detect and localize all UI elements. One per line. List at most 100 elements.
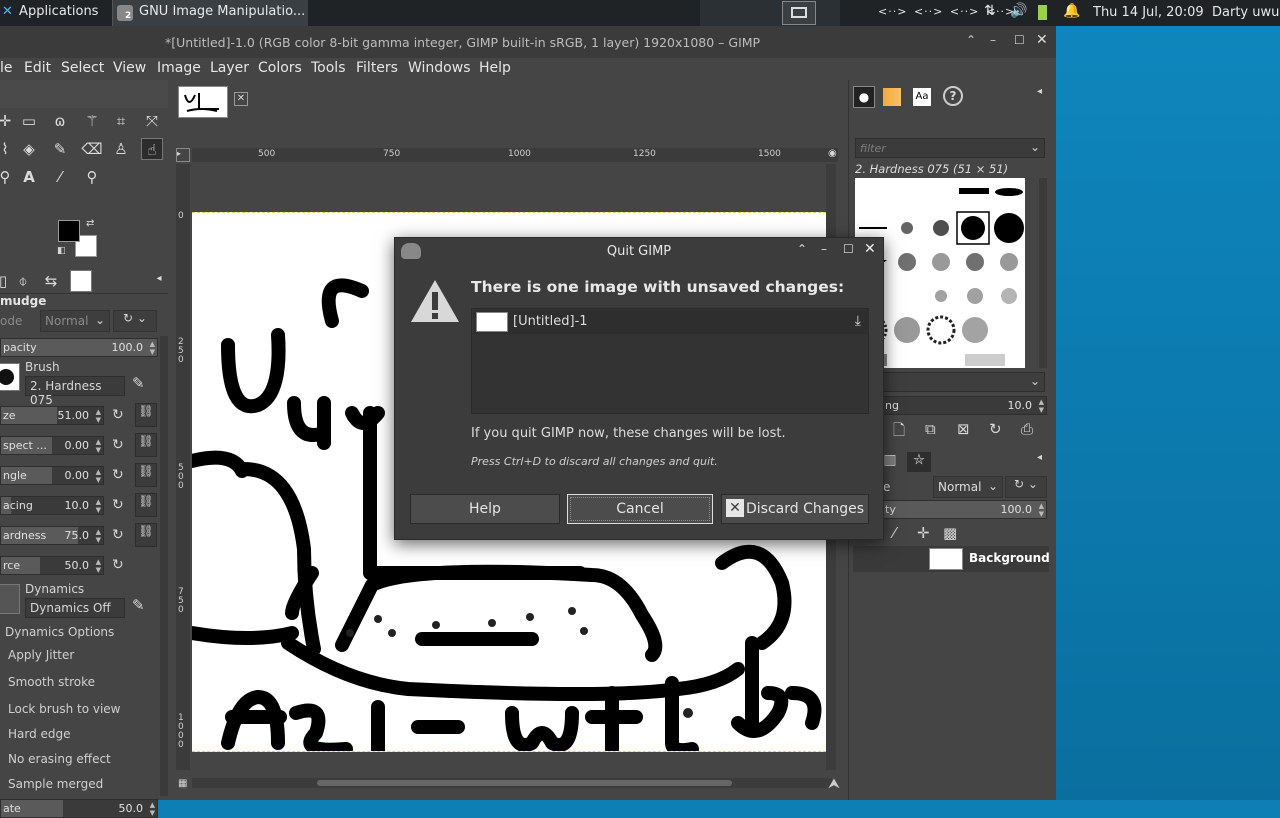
text-tool-icon[interactable]: A	[18, 166, 40, 188]
refresh-brushes-icon[interactable]: ↻	[989, 420, 1002, 438]
option-smooth-stroke[interactable]: Smooth stroke	[8, 675, 95, 689]
quick-mask-icon[interactable]: ▸	[176, 148, 190, 162]
default-colors-icon[interactable]: ◧	[57, 246, 66, 256]
chain-link-icon[interactable]: ⛓	[135, 433, 157, 457]
dynamics-options-expander[interactable]: Dynamics Options	[5, 625, 114, 639]
option-lock-brush[interactable]: Lock brush to view	[8, 702, 121, 716]
network-icon[interactable]: <··>	[914, 5, 943, 18]
transfer-icon[interactable]: ⇅	[984, 3, 996, 19]
crop-icon[interactable]: ⌗	[110, 110, 132, 132]
bucket-fill-icon[interactable]: ◈	[18, 138, 40, 160]
close-icon[interactable]: ✕	[1036, 32, 1048, 48]
hardness-slider[interactable]: ardness 75.0 ▲ ▼	[0, 526, 104, 545]
shade-icon[interactable]: ⌃	[966, 33, 976, 47]
maximize-icon[interactable]: ☐	[843, 242, 854, 256]
menu-windows[interactable]: Windows	[408, 60, 471, 76]
volume-icon[interactable]: 🔊	[1010, 3, 1027, 19]
new-brush-icon[interactable]: 🗋	[893, 420, 905, 445]
chain-link-icon[interactable]: ⛓	[135, 523, 157, 547]
zoom-image-icon[interactable]: ▦	[178, 778, 187, 789]
chain-link-icon[interactable]: ⛓	[135, 403, 157, 427]
title-bar[interactable]: *[Untitled]-1.0 (RGB color 8-bit gamma i…	[0, 26, 1056, 58]
configure-tab-icon[interactable]: ◂	[148, 268, 170, 290]
brush-name-field[interactable]: 2. Hardness 075	[25, 376, 125, 407]
menu-file[interactable]: le	[0, 60, 13, 76]
fonts-tab-icon[interactable]: Aa	[913, 88, 931, 106]
navigate-image-icon[interactable]: ⮝	[828, 776, 840, 792]
lock-alpha-icon[interactable]: ▩	[943, 524, 957, 542]
vertical-ruler[interactable]: 0 2 5 0 5 0 0 7 5 0 1 0 0 0	[176, 164, 190, 770]
brush-grid-scrollbar[interactable]	[1039, 178, 1047, 368]
chain-link-icon[interactable]: ⛓	[135, 463, 157, 487]
chain-link-icon[interactable]: ⛓	[135, 493, 157, 517]
maximize-icon[interactable]: ☐	[1014, 33, 1025, 47]
foreground-color-swatch[interactable]	[58, 220, 80, 242]
option-no-erasing[interactable]: No erasing effect	[8, 752, 111, 766]
horizontal-ruler[interactable]: 500 750 1000 1250 1500	[192, 148, 838, 162]
network-icon[interactable]: <··>	[878, 5, 907, 18]
layer-row[interactable]: Background	[853, 546, 1050, 572]
path-icon[interactable]: ⚲	[0, 166, 16, 188]
menu-view[interactable]: View	[113, 60, 146, 76]
force-slider[interactable]: rce 50.0 ▲ ▼	[0, 556, 104, 575]
open-brush-icon[interactable]: ⎙	[1021, 420, 1033, 438]
opacity-slider[interactable]: pacity 100.0 ▲ ▼	[0, 338, 158, 357]
taskbar-window-button[interactable]: 2 GNU Image Manipulatio...	[112, 0, 308, 26]
edit-dynamics-icon[interactable]: ✎	[132, 596, 145, 614]
brush-preview[interactable]	[0, 363, 20, 391]
gradient-tab-icon[interactable]	[883, 88, 901, 106]
lock-position-icon[interactable]: ✛	[917, 524, 930, 542]
clock[interactable]: Thu 14 Jul, 20:09	[1093, 5, 1204, 20]
fuzzy-select-icon[interactable]: ⚚	[81, 110, 103, 132]
close-tab-icon[interactable]: ✕	[234, 92, 248, 106]
zoom-icon[interactable]: ⚲	[81, 166, 103, 188]
rate-slider[interactable]: ate 50.0 ▲ ▼	[0, 799, 158, 818]
reset-icon[interactable]: ↻	[112, 467, 124, 483]
option-apply-jitter[interactable]: Apply Jitter	[8, 648, 74, 662]
duplicate-brush-icon[interactable]: ⧉	[925, 420, 936, 438]
option-sample-merged[interactable]: Sample merged	[8, 777, 103, 791]
images-tab-icon[interactable]	[70, 270, 92, 292]
layer-mode-dropdown[interactable]: Normal ⌄	[933, 476, 1003, 498]
show-desktop-button[interactable]	[782, 1, 816, 25]
paintbrush-icon[interactable]: ✎	[49, 138, 71, 160]
battery-icon[interactable]	[1038, 5, 1047, 20]
dialog-title-bar[interactable]: Quit GIMP ⌃ – ☐ ✕	[395, 238, 883, 266]
applications-menu[interactable]: ✕ Applications	[2, 4, 98, 22]
undo-history-icon[interactable]: ⇆	[40, 270, 62, 292]
menu-layer[interactable]: Layer	[210, 60, 249, 76]
color-picker-icon[interactable]: ⁄	[49, 166, 71, 188]
delete-brush-icon[interactable]: ⊠	[957, 420, 970, 438]
lasso-icon[interactable]: ɷ	[49, 110, 71, 132]
network-icon[interactable]: <··>	[950, 5, 979, 18]
reset-icon[interactable]: ↻	[112, 407, 124, 423]
brushes-tab-icon[interactable]: ●	[853, 86, 875, 108]
spacing-slider[interactable]: acing 10.0 ▲ ▼	[0, 496, 104, 515]
unsaved-image-row[interactable]: [Untitled]-1 ⤓	[473, 310, 869, 334]
transform-icon[interactable]: ⤧	[141, 110, 163, 132]
reset-icon[interactable]: ↻	[112, 527, 124, 543]
menu-tools[interactable]: Tools	[311, 60, 346, 76]
rect-select-icon[interactable]: ▭	[18, 110, 40, 132]
option-hard-edge[interactable]: Hard edge	[8, 727, 71, 741]
menu-help[interactable]: Help	[479, 60, 511, 76]
mode-reset-dropdown[interactable]: ↻ ⌄	[113, 310, 157, 332]
shade-icon[interactable]: ⌃	[797, 242, 807, 256]
minimize-icon[interactable]: –	[821, 242, 827, 256]
clone-icon[interactable]: ♙	[110, 138, 132, 160]
device-status-icon[interactable]: ⌽	[12, 270, 34, 292]
image-tab[interactable]	[178, 86, 228, 118]
move-tool-icon[interactable]: ✛	[0, 110, 16, 132]
user-menu[interactable]: Darty uwu	[1212, 5, 1279, 20]
menu-image[interactable]: Image	[157, 60, 201, 76]
angle-slider[interactable]: ngle 0.00 ▲ ▼	[0, 466, 104, 485]
configure-tab-icon[interactable]: ◂	[1037, 452, 1042, 463]
navigate-icon[interactable]: ◉	[828, 148, 837, 159]
notification-icon[interactable]: 🔔	[1063, 3, 1080, 19]
warp-icon[interactable]: ⌇	[0, 138, 16, 160]
size-slider[interactable]: ze 51.00 ▲ ▼	[0, 406, 104, 425]
reset-icon[interactable]: ↻	[112, 557, 124, 573]
eraser-icon[interactable]: ⌫	[81, 138, 103, 160]
aspect-slider[interactable]: spect ... 0.00 ▲ ▼	[0, 436, 104, 455]
minimize-icon[interactable]: –	[990, 33, 996, 47]
